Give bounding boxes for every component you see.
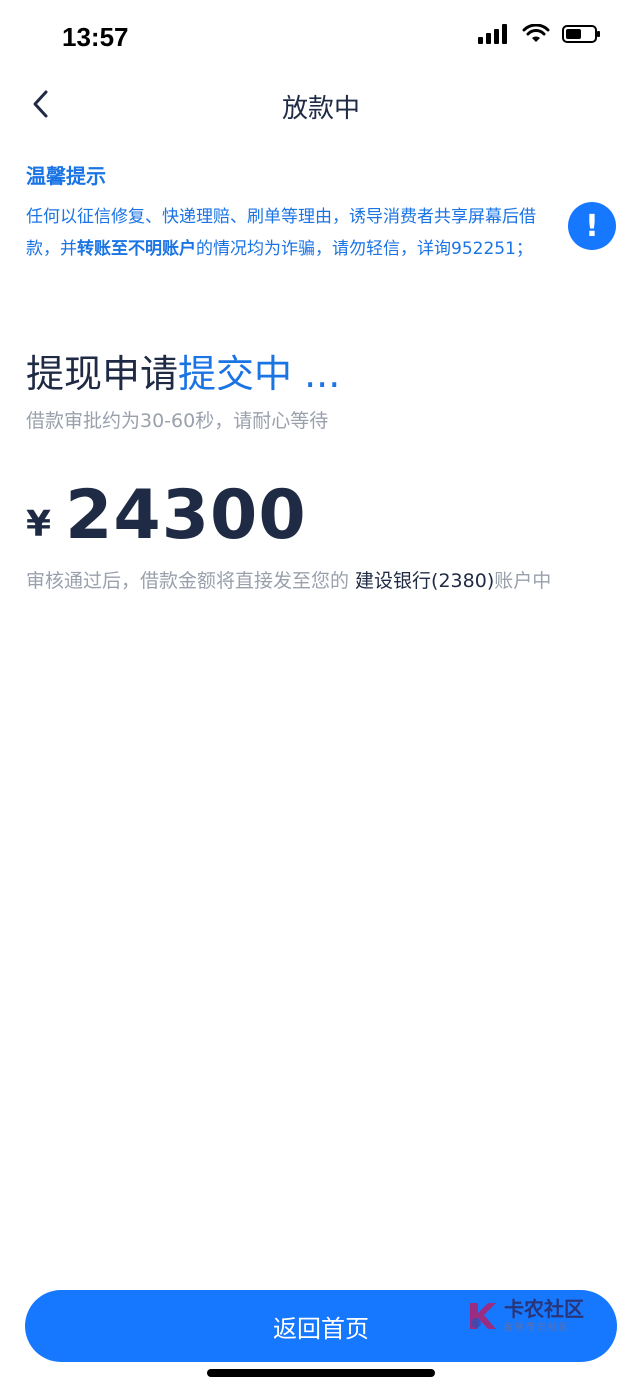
loan-amount: 24300 — [65, 476, 307, 555]
page-title: 放款中 — [281, 94, 360, 124]
payout-bank: 建设银行(2380) — [355, 570, 495, 592]
watermark: 卡农社区 金融借贷社区 — [466, 1298, 584, 1333]
notice-text: 任何以征信修复、快递理赔、刷单等理由，诱导消费者共享屏幕后借款，并转账至不明账户… — [26, 201, 556, 265]
alert-icon[interactable]: ! — [568, 202, 616, 250]
page: 13:57 放款中 温馨提示 任何以征信修复、快递理赔、刷单等理由，诱导消费者共… — [0, 0, 642, 1389]
nav-bar: 放款中 — [0, 74, 642, 134]
warning-notice: 温馨提示 任何以征信修复、快递理赔、刷单等理由，诱导消费者共享屏幕后借款，并转账… — [26, 160, 618, 265]
status-icons — [478, 24, 602, 44]
payout-info-prefix: 审核通过后，借款金额将直接发至您的 — [26, 570, 356, 592]
watermark-subtext: 金融借贷社区 — [504, 1323, 571, 1333]
amount-row: ¥ 24300 — [26, 476, 307, 555]
watermark-logo-icon — [470, 1302, 496, 1329]
notice-title: 温馨提示 — [26, 164, 106, 188]
battery-icon — [562, 25, 600, 43]
payout-info: 审核通过后，借款金额将直接发至您的 建设银行(2380)账户中 — [26, 566, 551, 593]
headline-blue: 提交中 ... — [178, 352, 341, 396]
watermark-label: 卡农社区 金融借贷社区 — [504, 1298, 584, 1333]
status-time: 13:57 — [62, 22, 129, 52]
status-headline: 提现申请提交中 ... — [26, 343, 340, 398]
payout-info-suffix: 账户中 — [494, 570, 552, 592]
status-bar: 13:57 — [0, 0, 642, 74]
currency-symbol: ¥ — [26, 504, 52, 545]
notice-text-bold: 转账至不明账户 — [77, 239, 196, 259]
home-indicator — [207, 1369, 435, 1377]
wifi-icon — [522, 24, 550, 42]
approval-wait-text: 借款审批约为30-60秒，请耐心等待 — [26, 410, 329, 432]
watermark-text: 卡农社区 — [504, 1297, 584, 1321]
headline-black: 提现申请 — [26, 352, 179, 396]
signal-icon — [478, 24, 507, 44]
notice-text-part2: 的情况均为诈骗，请勿轻信，详询952251； — [196, 239, 533, 259]
